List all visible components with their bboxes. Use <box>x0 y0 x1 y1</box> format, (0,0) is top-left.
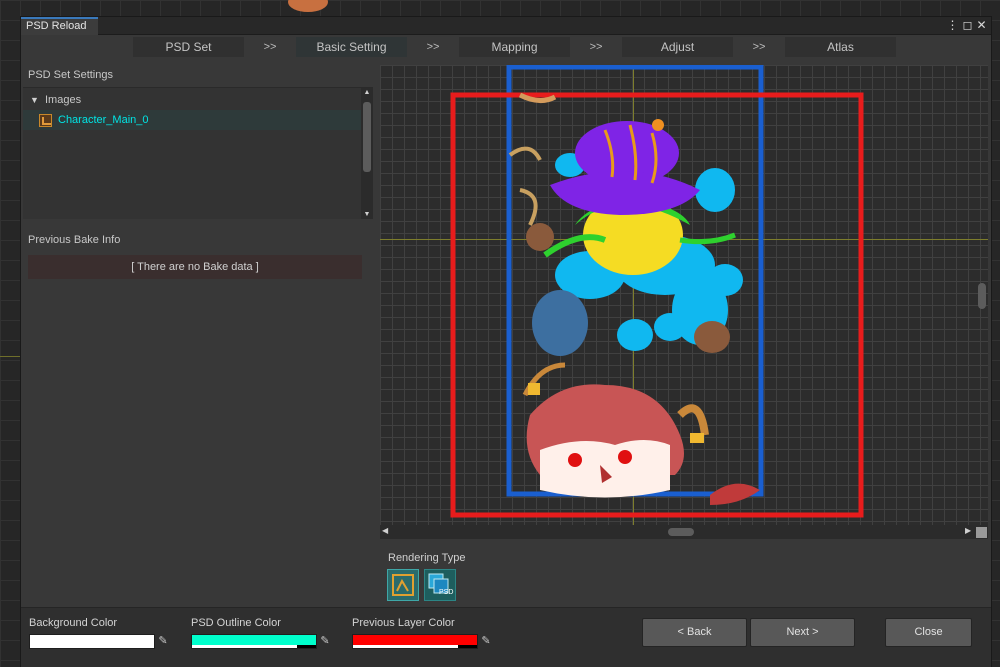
alpha-bar-fill <box>192 645 298 648</box>
psd-outline-color-label: PSD Outline Color <box>191 617 281 629</box>
scroll-right-icon[interactable]: ▶ <box>965 526 971 535</box>
upper-character-sprite <box>508 92 743 356</box>
psd-outline-color-swatch[interactable] <box>191 634 317 649</box>
step-navigation: PSD Set >> Basic Setting >> Mapping >> A… <box>21 36 991 58</box>
step-mapping[interactable]: Mapping <box>459 37 570 57</box>
next-button[interactable]: Next > <box>750 618 855 647</box>
tree-item-label: Character_Main_0 <box>58 114 149 126</box>
outline-mode-icon <box>392 574 414 596</box>
step-atlas[interactable]: Atlas <box>785 37 896 57</box>
close-button[interactable]: Close <box>885 618 972 647</box>
lower-character-sprite <box>522 362 760 505</box>
tree-folder-images[interactable]: ▼ Images <box>23 90 361 110</box>
character-preview <box>450 65 864 518</box>
background-color-swatch[interactable] <box>29 634 155 649</box>
scroll-down-icon[interactable]: ▼ <box>361 211 373 218</box>
outline-mode-button[interactable] <box>387 569 419 601</box>
preview-canvas[interactable] <box>380 65 988 525</box>
back-button[interactable]: < Back <box>642 618 747 647</box>
step-psd-set[interactable]: PSD Set <box>133 37 244 57</box>
image-tree: ▼ Images Character_Main_0 ▲ ▼ <box>23 87 373 219</box>
step-separator: >> <box>752 41 766 53</box>
tree-item-character-main[interactable]: Character_Main_0 <box>23 110 361 130</box>
image-layer-icon <box>39 114 52 127</box>
close-icon[interactable]: ✕ <box>975 18 988 33</box>
canvas-hscroll-thumb[interactable] <box>668 528 694 536</box>
tree-scrollbar[interactable]: ▲ ▼ <box>361 88 373 219</box>
no-bake-data-box: [ There are no Bake data ] <box>28 255 362 279</box>
tree-scroll-thumb[interactable] <box>363 102 371 172</box>
previous-bake-info-title: Previous Bake Info <box>28 234 121 246</box>
background-color-label: Background Color <box>29 617 118 629</box>
kebab-menu-icon[interactable]: ⋮ <box>946 18 959 33</box>
step-separator: >> <box>589 41 603 53</box>
scene-sprite-fragment <box>288 0 328 12</box>
previous-layer-color-label: Previous Layer Color <box>352 617 455 629</box>
eyedropper-icon[interactable]: ✎ <box>478 634 494 649</box>
alpha-bar-fill <box>30 645 154 648</box>
psd-set-settings-title: PSD Set Settings <box>28 69 113 81</box>
settings-panel: PSD Set Settings ▼ Images Character_Main… <box>21 59 376 607</box>
step-separator: >> <box>426 41 440 53</box>
psd-badge: PSD <box>439 589 454 596</box>
step-separator: >> <box>263 41 277 53</box>
psd-image-mode-button[interactable]: PSD <box>424 569 456 601</box>
canvas-vertical-scrollbar[interactable] <box>976 65 988 525</box>
step-basic-setting[interactable]: Basic Setting <box>296 37 407 57</box>
scroll-left-icon[interactable]: ◀ <box>382 526 388 535</box>
tree-folder-label: Images <box>45 94 82 106</box>
rendering-type-label: Rendering Type <box>388 552 466 564</box>
scroll-up-icon[interactable]: ▲ <box>361 89 373 96</box>
canvas-vscroll-thumb[interactable] <box>978 283 986 309</box>
eyedropper-icon[interactable]: ✎ <box>155 634 171 649</box>
psd-reload-window: PSD Reload ⋮ ◻ ✕ PSD Set >> Basic Settin… <box>20 16 992 667</box>
scrollbar-corner <box>976 527 987 538</box>
eyedropper-icon[interactable]: ✎ <box>317 634 333 649</box>
previous-layer-color-swatch[interactable] <box>352 634 478 649</box>
alpha-bar-fill <box>353 645 459 648</box>
step-adjust[interactable]: Adjust <box>622 37 733 57</box>
maximize-icon[interactable]: ◻ <box>961 18 974 33</box>
scene-axis-line <box>0 356 20 357</box>
window-tab[interactable]: PSD Reload <box>21 17 98 35</box>
title-bar: PSD Reload ⋮ ◻ ✕ <box>21 17 991 35</box>
canvas-horizontal-scrollbar[interactable]: ◀ ▶ <box>380 525 988 539</box>
footer-bar: Background Color ✎ PSD Outline Color ✎ P… <box>21 607 991 667</box>
expand-arrow-icon[interactable]: ▼ <box>30 90 39 110</box>
